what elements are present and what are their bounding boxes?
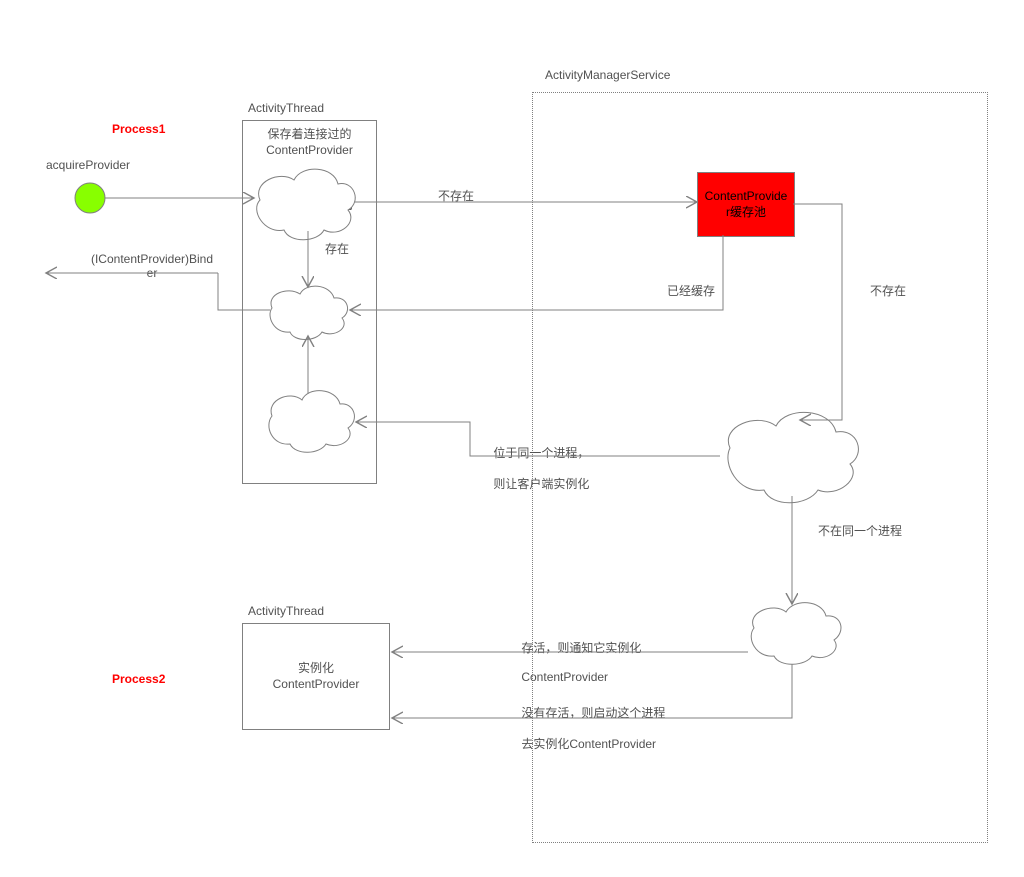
process2-label: Process2: [112, 672, 165, 686]
edge-same-proc: 位于同一个进程， 则让客户端实例化: [480, 430, 589, 506]
edge-same-proc-l1: 位于同一个进程，: [493, 446, 589, 460]
at2-l1: 实例化: [298, 661, 334, 677]
at1-desc-l1: 保存着连接过的: [267, 127, 351, 141]
acquire-provider-label: acquireProvider: [46, 158, 130, 172]
ams-title: ActivityManagerService: [545, 68, 670, 82]
activity-thread-2-title: ActivityThread: [248, 604, 324, 618]
edge-not-exist-2: 不存在: [870, 282, 906, 299]
start-node: [75, 183, 105, 213]
edge-not-same-proc: 不在同一个进程: [818, 522, 902, 539]
edge-alive-l2: ContentProvider: [521, 670, 608, 684]
edge-same-proc-l2: 则让客户端实例化: [493, 477, 589, 491]
at1-desc-l2: ContentProvider: [266, 143, 353, 157]
cloud2-label: 缓存起来: [280, 304, 340, 320]
edge-cached: 已经缓存: [667, 282, 715, 299]
binder-return-label: (IContentProvider)Bind er: [82, 252, 222, 280]
edge-not-alive-l2: 去实例化ContentProvider: [521, 737, 656, 751]
edge-not-alive: 没有存活，则启动这个进程 去实例化ContentProvider: [508, 690, 665, 766]
edge-not-exist: 不存在: [438, 187, 474, 204]
activity-thread-2-box: 实例化 ContentProvider: [242, 623, 390, 730]
cache-pool-box: ContentProvide r缓存池: [697, 172, 795, 237]
cloud4-label: 请求的 ContentProvider是 否和客户端位于同一 个进程: [733, 424, 853, 486]
edge-alive-l1: 存活，则通知它实例化: [521, 641, 641, 655]
edge-not-alive-l1: 没有存活，则启动这个进程: [521, 706, 665, 720]
cloud1-label: ContentProvide r是否已经实例化 （连接过）: [262, 182, 355, 229]
cloud5-label: 进程是否存 活: [760, 620, 830, 651]
cloud3-label: 实例化 ContentPro vider: [276, 399, 346, 446]
edge-alive: 存活，则通知它实例化 ContentProvider: [508, 625, 641, 698]
activity-thread-1-title: ActivityThread: [248, 101, 324, 115]
at2-l2: ContentProvider: [273, 677, 360, 693]
edge-exist: 存在: [325, 240, 349, 257]
cache-pool-l1: ContentProvide: [705, 189, 788, 205]
cache-pool-l2: r缓存池: [726, 205, 766, 221]
process1-label: Process1: [112, 122, 165, 136]
